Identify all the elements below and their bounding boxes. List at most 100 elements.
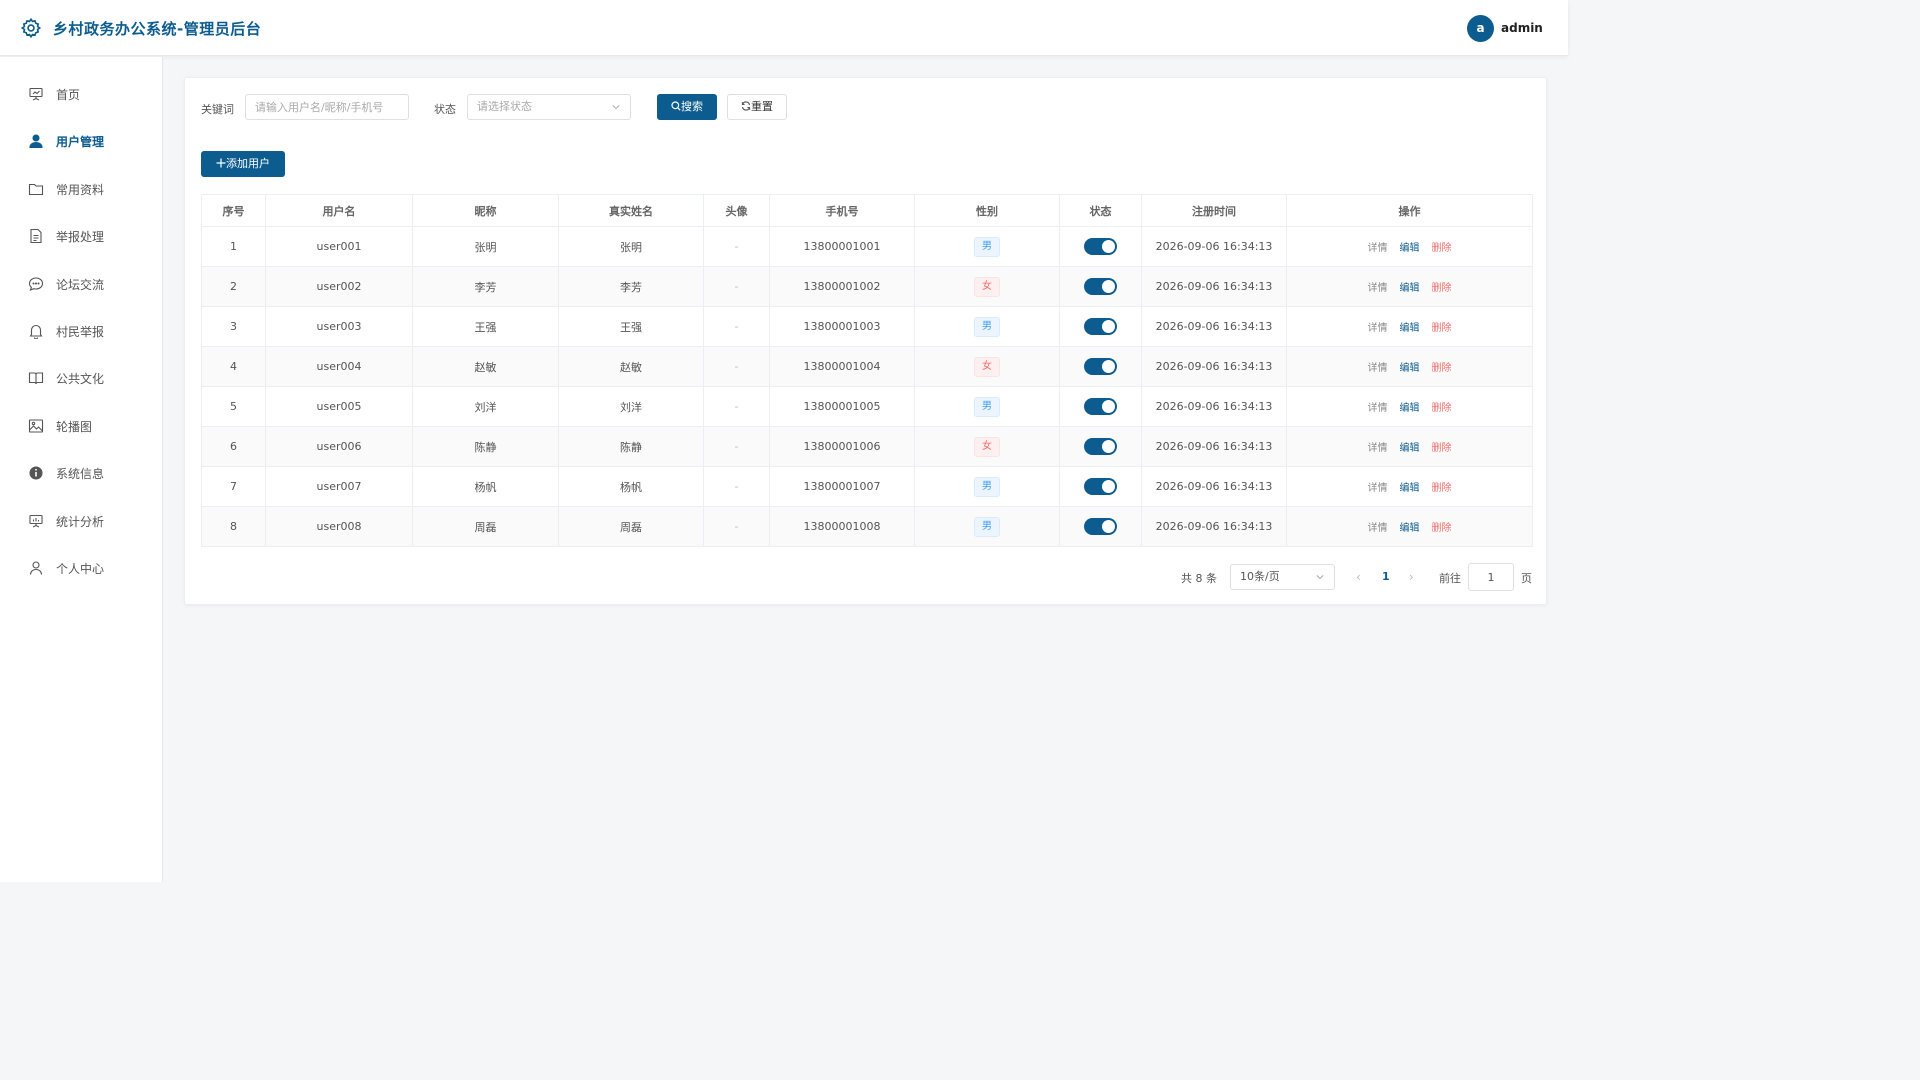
delete-link[interactable]: 删除 bbox=[1432, 483, 1452, 494]
edit-link[interactable]: 编辑 bbox=[1400, 363, 1420, 374]
column-header: 操作 bbox=[1286, 194, 1533, 227]
cell-time: 2026-09-06 16:34:13 bbox=[1141, 466, 1287, 507]
cell-actions: 详情 编辑 删除 bbox=[1286, 506, 1533, 547]
cell-realname: 王强 bbox=[558, 306, 704, 347]
detail-link[interactable]: 详情 bbox=[1368, 403, 1388, 414]
reset-button[interactable]: 重置 bbox=[727, 94, 787, 120]
goto-page-input[interactable] bbox=[1468, 563, 1514, 591]
gender-tag: 女 bbox=[974, 276, 1000, 297]
delete-link[interactable]: 删除 bbox=[1432, 443, 1452, 454]
add-user-button[interactable]: 添加用户 bbox=[201, 151, 285, 177]
cell-avatar: - bbox=[703, 266, 770, 307]
chat-bubble-icon bbox=[28, 277, 44, 291]
username[interactable]: admin bbox=[1501, 21, 1543, 35]
user-filled-icon bbox=[29, 134, 43, 149]
search-button[interactable]: 搜索 bbox=[657, 94, 717, 120]
detail-link[interactable]: 详情 bbox=[1368, 323, 1388, 334]
cell-actions: 详情 编辑 删除 bbox=[1286, 306, 1533, 347]
sidebar-item-0[interactable]: 首页 bbox=[0, 74, 162, 114]
keyword-label: 关键词 bbox=[201, 103, 234, 116]
status-toggle[interactable] bbox=[1084, 438, 1117, 455]
delete-link[interactable]: 删除 bbox=[1432, 523, 1452, 534]
sidebar-item-label: 个人中心 bbox=[56, 562, 105, 576]
sidebar-item-label: 常用资料 bbox=[56, 182, 105, 197]
sidebar-item-1[interactable]: 用户管理 bbox=[0, 121, 162, 161]
cell-realname: 赵敏 bbox=[558, 346, 704, 387]
user-outline-icon bbox=[29, 561, 43, 575]
page-size-select[interactable]: 10条/页 bbox=[1230, 564, 1335, 590]
sidebar-item-3[interactable]: 举报处理 bbox=[0, 216, 162, 256]
cell-phone: 13800001005 bbox=[769, 386, 915, 427]
delete-link[interactable]: 删除 bbox=[1432, 243, 1452, 254]
sidebar-item-4[interactable]: 论坛交流 bbox=[0, 264, 162, 304]
cell-actions: 详情 编辑 删除 bbox=[1286, 226, 1533, 267]
cell-nickname: 李芳 bbox=[412, 266, 559, 307]
status-select[interactable]: 请选择状态 bbox=[467, 94, 631, 120]
keyword-input[interactable] bbox=[245, 94, 409, 120]
cell-status bbox=[1059, 306, 1142, 347]
status-toggle[interactable] bbox=[1084, 358, 1117, 375]
cell-actions: 详情 编辑 删除 bbox=[1286, 426, 1533, 467]
cell-gender: 女 bbox=[914, 426, 1060, 467]
edit-link[interactable]: 编辑 bbox=[1400, 323, 1420, 334]
bell-icon bbox=[29, 324, 43, 339]
cell-phone: 13800001006 bbox=[769, 426, 915, 467]
cell-no: 3 bbox=[201, 306, 266, 347]
sidebar-item-label: 用户管理 bbox=[56, 135, 105, 150]
cell-no: 5 bbox=[201, 386, 266, 427]
sidebar-item-6[interactable]: 公共文化 bbox=[0, 358, 162, 398]
detail-link[interactable]: 详情 bbox=[1368, 483, 1388, 494]
sidebar: 首页用户管理常用资料举报处理论坛交流村民举报公共文化轮播图系统信息统计分析个人中… bbox=[0, 57, 163, 882]
cell-realname: 张明 bbox=[558, 226, 704, 267]
edit-link[interactable]: 编辑 bbox=[1400, 483, 1420, 494]
detail-link[interactable]: 详情 bbox=[1368, 523, 1388, 534]
page-size-value: 10条/页 bbox=[1240, 570, 1280, 583]
edit-link[interactable]: 编辑 bbox=[1400, 443, 1420, 454]
cell-avatar: - bbox=[703, 346, 770, 387]
next-page-button[interactable]: › bbox=[1409, 570, 1414, 584]
folder-icon bbox=[28, 183, 44, 195]
delete-link[interactable]: 删除 bbox=[1432, 363, 1452, 374]
cell-gender: 男 bbox=[914, 306, 1060, 347]
cell-status bbox=[1059, 466, 1142, 507]
detail-link[interactable]: 详情 bbox=[1368, 363, 1388, 374]
cell-nickname: 陈静 bbox=[412, 426, 559, 467]
presentation-icon bbox=[29, 87, 43, 101]
sidebar-item-5[interactable]: 村民举报 bbox=[0, 311, 162, 351]
column-header: 性别 bbox=[914, 194, 1060, 227]
cell-avatar: - bbox=[703, 386, 770, 427]
prev-page-button[interactable]: ‹ bbox=[1356, 570, 1361, 584]
cell-phone: 13800001003 bbox=[769, 306, 915, 347]
main-card: 关键词 状态 请选择状态 搜索 重置 添加用户 序号用户名昵称真实姓名头像手机号… bbox=[184, 77, 1547, 605]
delete-link[interactable]: 删除 bbox=[1432, 283, 1452, 294]
status-toggle[interactable] bbox=[1084, 278, 1117, 295]
avatar[interactable]: a bbox=[1467, 15, 1494, 42]
sidebar-item-8[interactable]: 系统信息 bbox=[0, 453, 162, 493]
sidebar-item-2[interactable]: 常用资料 bbox=[0, 169, 162, 209]
status-toggle[interactable] bbox=[1084, 318, 1117, 335]
sidebar-item-7[interactable]: 轮播图 bbox=[0, 406, 162, 446]
column-header: 手机号 bbox=[769, 194, 915, 227]
status-toggle[interactable] bbox=[1084, 398, 1117, 415]
cell-time: 2026-09-06 16:34:13 bbox=[1141, 346, 1287, 387]
sidebar-item-10[interactable]: 个人中心 bbox=[0, 548, 162, 588]
status-toggle[interactable] bbox=[1084, 518, 1117, 535]
cell-username: user002 bbox=[265, 266, 413, 307]
status-toggle[interactable] bbox=[1084, 238, 1117, 255]
edit-link[interactable]: 编辑 bbox=[1400, 283, 1420, 294]
detail-link[interactable]: 详情 bbox=[1368, 443, 1388, 454]
cell-no: 8 bbox=[201, 506, 266, 547]
cell-time: 2026-09-06 16:34:13 bbox=[1141, 266, 1287, 307]
detail-link[interactable]: 详情 bbox=[1368, 283, 1388, 294]
delete-link[interactable]: 删除 bbox=[1432, 323, 1452, 334]
edit-link[interactable]: 编辑 bbox=[1400, 403, 1420, 414]
sidebar-item-9[interactable]: 统计分析 bbox=[0, 501, 162, 541]
status-toggle[interactable] bbox=[1084, 478, 1117, 495]
cell-nickname: 周磊 bbox=[412, 506, 559, 547]
edit-link[interactable]: 编辑 bbox=[1400, 523, 1420, 534]
delete-link[interactable]: 删除 bbox=[1432, 403, 1452, 414]
detail-link[interactable]: 详情 bbox=[1368, 243, 1388, 254]
edit-link[interactable]: 编辑 bbox=[1400, 243, 1420, 254]
toggle-knob bbox=[1102, 480, 1115, 493]
page-number-current[interactable]: 1 bbox=[1382, 570, 1390, 583]
